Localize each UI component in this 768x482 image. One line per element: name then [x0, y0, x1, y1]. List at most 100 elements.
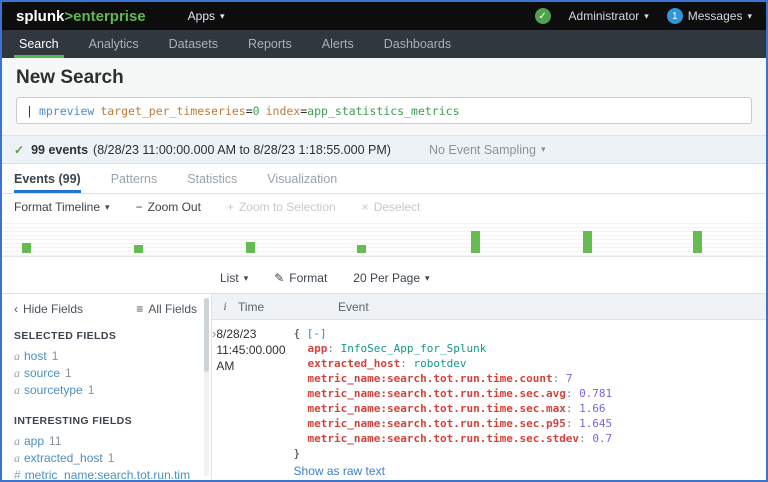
field-item-metric_name:search.tot.run.time.count[interactable]: #metric_name:search.tot.run.time.count18	[14, 467, 197, 480]
format-timeline-menu[interactable]: Format Timeline ▾	[14, 200, 110, 214]
timeline-bar[interactable]	[245, 242, 255, 253]
field-link[interactable]: sourcetype	[24, 383, 83, 397]
zoom-out-button[interactable]: − Zoom Out	[136, 200, 201, 214]
field-item-app[interactable]: a app 11	[14, 433, 197, 450]
user-menu[interactable]: Administrator ▾	[569, 9, 649, 23]
interesting-fields-header: INTERESTING FIELDS	[14, 415, 133, 427]
event-json-field: extracted_host: robotdev	[294, 356, 766, 371]
field-count: 1	[51, 349, 59, 363]
caret-down-icon: ▾	[105, 201, 110, 212]
json-value[interactable]: 0.781	[579, 387, 612, 400]
json-value[interactable]: robotdev	[414, 357, 467, 370]
field-type-prefix: a	[14, 383, 20, 397]
event-time: 11:45:00.000 AM	[216, 343, 286, 373]
field-link[interactable]: app	[24, 434, 44, 448]
selected-fields-list: a host 1 a source 1 a sourcetype 1	[14, 348, 197, 399]
event-date: 8/28/23	[216, 327, 257, 341]
timeline-bar[interactable]	[693, 231, 703, 253]
nav-item-alerts[interactable]: Alerts	[307, 30, 369, 58]
top-bar: splunk >enterprise Apps ▾ ✓ Administrator…	[2, 2, 766, 30]
json-colon: :	[579, 432, 593, 445]
tab-statistics[interactable]: Statistics	[187, 164, 237, 193]
event-json-field: metric_name:search.tot.run.time.sec.max:…	[294, 401, 766, 416]
show-raw-text-link[interactable]: Show as raw text	[294, 464, 766, 478]
query-param-1: target_per_timeseries=0	[100, 103, 260, 118]
json-key[interactable]: extracted_host	[308, 357, 401, 370]
field-item-host[interactable]: a host 1	[14, 348, 197, 365]
caret-down-icon: ▾	[220, 10, 225, 21]
field-type-prefix: a	[14, 366, 20, 380]
fields-sidebar-header: ‹ Hide Fields ≡ All Fields	[14, 302, 197, 316]
zoom-to-selection-button[interactable]: + Zoom to Selection	[227, 200, 336, 214]
json-key[interactable]: metric_name:search.tot.run.time.sec.max	[308, 402, 566, 415]
zoom-out-label: Zoom Out	[147, 200, 201, 214]
plus-icon: +	[226, 200, 234, 214]
json-value[interactable]: 1.66	[579, 402, 606, 415]
json-key[interactable]: metric_name:search.tot.run.time.sec.p95	[308, 417, 566, 430]
timeline-bar[interactable]	[471, 231, 481, 253]
hide-fields-button[interactable]: ‹ Hide Fields	[14, 302, 83, 316]
logo-splunk-text: splunk	[16, 7, 65, 25]
results-tabs: Events (99) Patterns Statistics Visualizati…	[2, 164, 766, 194]
json-value[interactable]: 0.7	[592, 432, 612, 445]
tab-patterns[interactable]: Patterns	[111, 164, 158, 193]
sidebar-scrollbar-thumb[interactable]	[204, 298, 209, 372]
json-key[interactable]: metric_name:search.tot.run.time.sec.avg	[308, 387, 566, 400]
timeline-chart[interactable]	[2, 220, 766, 257]
json-key[interactable]: app	[308, 342, 328, 355]
tab-visualization[interactable]: Visualization	[267, 164, 337, 193]
json-key[interactable]: metric_name:search.tot.run.time.count	[308, 372, 553, 385]
timeline-bar[interactable]	[583, 231, 593, 253]
field-item-sourcetype[interactable]: a sourcetype 1	[14, 382, 197, 399]
field-item-extracted_host[interactable]: a extracted_host 1	[14, 450, 197, 467]
results-content: ‹ Hide Fields ≡ All Fields SELECTED FIEL…	[2, 294, 766, 480]
field-type-prefix: a	[14, 451, 20, 465]
format-menu[interactable]: ✎ Format	[274, 271, 327, 285]
event-sampling-label: No Event Sampling	[428, 142, 536, 157]
apps-menu[interactable]: Apps ▾	[188, 9, 225, 23]
field-link[interactable]: metric_name:search.tot.run.time.count	[25, 468, 190, 480]
logo-enterprise-text: >enterprise	[64, 7, 146, 25]
query-command: mpreview	[38, 103, 95, 118]
list-view-menu[interactable]: List ▾	[220, 271, 248, 285]
chevron-left-icon: ‹	[14, 302, 18, 316]
field-count: 1	[65, 366, 72, 380]
system-status-badge[interactable]: ✓	[534, 8, 551, 24]
nav-item-datasets[interactable]: Datasets	[154, 30, 233, 58]
events-table-header: i Time Event	[212, 294, 766, 320]
page-title: New Search	[16, 67, 124, 88]
messages-menu[interactable]: 1 Messages ▾	[666, 8, 752, 24]
messages-count-badge: 1	[666, 8, 683, 24]
nav-item-analytics[interactable]: Analytics	[74, 30, 154, 58]
field-link[interactable]: host	[24, 349, 47, 363]
splunk-logo[interactable]: splunk >enterprise	[16, 8, 146, 25]
sidebar-scrollbar[interactable]	[204, 298, 209, 476]
field-link[interactable]: source	[24, 366, 60, 380]
json-value[interactable]: InfoSec_App_for_Splunk	[341, 342, 487, 355]
collapse-json-button[interactable]: [-]	[307, 327, 327, 340]
search-query-input[interactable]: | mpreview target_per_timeseries=0 index…	[16, 97, 752, 124]
deselect-button[interactable]: × Deselect	[362, 200, 421, 214]
nav-item-dashboards[interactable]: Dashboards	[369, 30, 466, 58]
nav-item-search[interactable]: Search	[4, 30, 74, 58]
json-value[interactable]: 7	[566, 372, 573, 385]
field-link[interactable]: extracted_host	[24, 451, 103, 465]
tab-events-99-[interactable]: Events (99)	[14, 164, 81, 193]
per-page-menu[interactable]: 20 Per Page ▾	[353, 271, 429, 285]
field-type-prefix: a	[14, 349, 20, 363]
user-menu-label: Administrator	[568, 9, 640, 23]
events-table: i Time Event › 8/28/23 11:45:00.000 AM {…	[212, 294, 766, 480]
all-fields-button[interactable]: ≡ All Fields	[136, 302, 197, 316]
event-sampling-menu[interactable]: No Event Sampling ▾	[429, 143, 546, 157]
caret-down-icon: ▾	[540, 144, 546, 154]
results-toolbar: List ▾ ✎ Format 20 Per Page ▾	[2, 263, 766, 294]
json-key[interactable]: metric_name:search.tot.run.time.sec.stde…	[308, 432, 580, 445]
timeline-bar[interactable]	[357, 245, 367, 253]
time-column-header[interactable]: Time	[238, 300, 330, 314]
field-item-source[interactable]: a source 1	[14, 365, 197, 382]
json-value[interactable]: 1.645	[579, 417, 612, 430]
timeline-bar[interactable]	[134, 245, 144, 253]
pencil-icon: ✎	[274, 271, 285, 285]
nav-item-reports[interactable]: Reports	[233, 30, 307, 58]
timeline-bar[interactable]	[21, 243, 31, 253]
